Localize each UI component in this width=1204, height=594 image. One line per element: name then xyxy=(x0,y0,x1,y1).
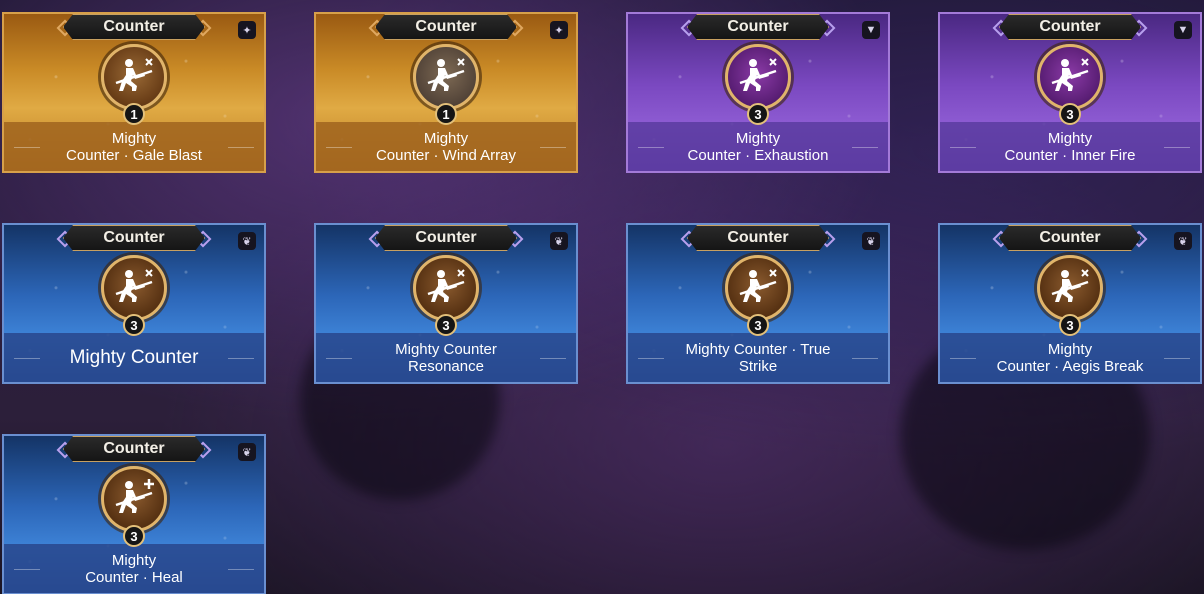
card-type-tag: Counter xyxy=(63,14,205,40)
card-type-tag: Counter xyxy=(63,225,205,251)
skill-name-line1: Mighty xyxy=(1047,129,1093,147)
skill-name-line2: Counter · Wind Array xyxy=(375,146,517,164)
skill-card-mighty-counter[interactable]: Counter ❦ 3 Mighty Counter xyxy=(2,223,266,384)
skill-name: Mighty Counter · Heal xyxy=(4,544,264,593)
skill-level-badge: 3 xyxy=(123,525,145,547)
counter-strike-icon xyxy=(101,44,167,110)
gem-icon: ✦ xyxy=(238,21,256,39)
name-divider-right xyxy=(228,146,254,148)
skill-name-line2: Counter · Inner Fire xyxy=(1004,146,1136,164)
name-divider-left xyxy=(950,146,976,148)
name-divider-left xyxy=(950,357,976,359)
triangle-icon: ▼ xyxy=(1174,21,1192,39)
skill-name: Mighty Counter Resonance xyxy=(316,333,576,382)
name-divider-right xyxy=(228,568,254,570)
counter-strike-icon xyxy=(725,44,791,110)
skill-name: Mighty Counter xyxy=(4,333,264,382)
name-divider-left xyxy=(326,357,352,359)
skill-name-line1: Mighty Counter xyxy=(69,347,199,368)
wings-icon: ❦ xyxy=(238,443,256,461)
name-divider-left xyxy=(638,357,664,359)
wings-icon: ❦ xyxy=(238,232,256,250)
skill-name-line2: Strike xyxy=(738,357,778,375)
card-type-tag: Counter xyxy=(687,225,829,251)
skill-level-badge: 1 xyxy=(435,103,457,125)
name-divider-right xyxy=(852,357,878,359)
skill-level-badge: 3 xyxy=(435,314,457,336)
card-type-tag: Counter xyxy=(999,225,1141,251)
skill-name-line2: Resonance xyxy=(408,357,484,375)
skill-name-line1: Mighty xyxy=(423,129,469,147)
skill-name-line1: Mighty Counter · True xyxy=(685,340,831,358)
skill-level-badge: 3 xyxy=(747,314,769,336)
card-type-tag: Counter xyxy=(999,14,1141,40)
skill-card-resonance[interactable]: Counter ❦ 3 Mighty Counter Resonance xyxy=(314,223,578,384)
card-type-tag: Counter xyxy=(375,225,517,251)
name-divider-right xyxy=(852,146,878,148)
skill-name-line2: Counter · Exhaustion xyxy=(687,146,829,164)
card-type-tag: Counter xyxy=(687,14,829,40)
skill-card-true-strike[interactable]: Counter ❦ 3 Mighty Counter · True Strike xyxy=(626,223,890,384)
skill-level-badge: 3 xyxy=(1059,103,1081,125)
counter-strike-icon xyxy=(413,255,479,321)
name-divider-right xyxy=(1164,146,1190,148)
skill-name: Mighty Counter · Exhaustion xyxy=(628,122,888,171)
counter-strike-icon xyxy=(725,255,791,321)
counter-strike-icon xyxy=(413,44,479,110)
skill-name-line2: Counter · Gale Blast xyxy=(66,146,202,164)
skill-name: Mighty Counter · True Strike xyxy=(628,333,888,382)
skill-name: Mighty Counter · Gale Blast xyxy=(4,122,264,171)
name-divider-left xyxy=(14,146,40,148)
skill-name: Mighty Counter · Inner Fire xyxy=(940,122,1200,171)
triangle-icon: ▼ xyxy=(862,21,880,39)
name-divider-left xyxy=(14,357,40,359)
name-divider-right xyxy=(228,357,254,359)
skill-level-badge: 3 xyxy=(747,103,769,125)
skill-name: Mighty Counter · Aegis Break xyxy=(940,333,1200,382)
skill-level-badge: 3 xyxy=(1059,314,1081,336)
skill-card-aegis-break[interactable]: Counter ❦ 3 Mighty Counter · Aegis Break xyxy=(938,223,1202,384)
wings-icon: ❦ xyxy=(1174,232,1192,250)
name-divider-left xyxy=(14,568,40,570)
counter-strike-icon xyxy=(101,255,167,321)
counter-heal-icon xyxy=(101,466,167,532)
gem-icon: ✦ xyxy=(550,21,568,39)
skill-card-wind-array[interactable]: Counter ✦ 1 Mighty Counter · Wind Array xyxy=(314,12,578,173)
name-divider-right xyxy=(1164,357,1190,359)
skill-level-badge: 3 xyxy=(123,314,145,336)
skill-name-line2: Counter · Heal xyxy=(85,568,183,586)
skill-name-line1: Mighty xyxy=(1047,340,1093,358)
card-type-tag: Counter xyxy=(375,14,517,40)
skill-name-line2: Counter · Aegis Break xyxy=(996,357,1144,375)
skill-level-badge: 1 xyxy=(123,103,145,125)
card-type-tag: Counter xyxy=(63,436,205,462)
skill-name-line1: Mighty xyxy=(111,129,157,147)
skill-name-line1: Mighty xyxy=(735,129,781,147)
skill-card-exhaustion[interactable]: Counter ▼ 3 Mighty Counter · Exhaustion xyxy=(626,12,890,173)
name-divider-left xyxy=(326,146,352,148)
counter-strike-icon xyxy=(1037,44,1103,110)
skill-card-heal[interactable]: Counter ❦ 3 Mighty Counter · Heal xyxy=(2,434,266,594)
skill-name-line1: Mighty Counter xyxy=(395,340,497,358)
wings-icon: ❦ xyxy=(550,232,568,250)
name-divider-right xyxy=(540,357,566,359)
wings-icon: ❦ xyxy=(862,232,880,250)
skill-card-gale-blast[interactable]: Counter ✦ 1 Mighty Counter · Gale Blast xyxy=(2,12,266,173)
name-divider-left xyxy=(638,146,664,148)
name-divider-right xyxy=(540,146,566,148)
skill-card-grid: Counter ✦ 1 Mighty Counter · Gale Blast … xyxy=(0,0,1204,594)
counter-strike-icon xyxy=(1037,255,1103,321)
skill-name: Mighty Counter · Wind Array xyxy=(316,122,576,171)
skill-name-line1: Mighty xyxy=(111,551,157,569)
skill-card-inner-fire[interactable]: Counter ▼ 3 Mighty Counter · Inner Fire xyxy=(938,12,1202,173)
